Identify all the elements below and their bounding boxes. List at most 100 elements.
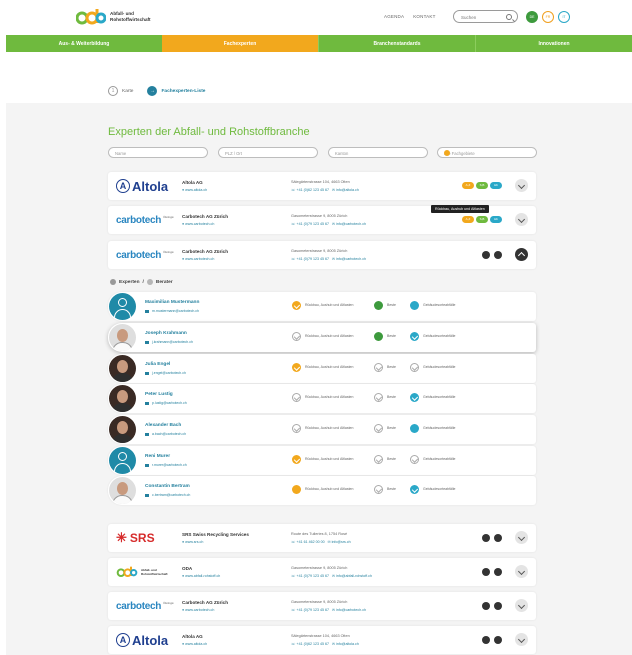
expert-name[interactable]: Constantin Bertram	[145, 484, 190, 489]
check-icon	[374, 363, 383, 372]
expand-chevron-icon[interactable]	[515, 213, 528, 226]
altola-logo: A Altola	[116, 631, 174, 649]
company-row[interactable]: A Altola Altola AG ● www.altola.ch Sälegä…	[108, 626, 536, 654]
srs-logo: ✳ SRS	[116, 529, 174, 547]
expand-chevron-icon[interactable]	[515, 179, 528, 192]
plz-filter-input[interactable]: PLZ / Ort	[218, 147, 318, 158]
expert-row[interactable]: Maximilian Mustermann m.mustermann@carbo…	[108, 292, 536, 321]
company-mail[interactable]: info@srs.ch	[332, 540, 351, 544]
fachgebiete-select[interactable]: alle Fachgebiete	[437, 147, 537, 158]
expert-email[interactable]: j.engel@carbotech.ch	[145, 371, 186, 375]
breadcrumb-karte[interactable]: Karte	[122, 89, 133, 94]
name-filter-input[interactable]: Name	[108, 147, 208, 158]
category-label: Beste	[387, 365, 396, 369]
expert-email[interactable]: a.bach@carbotech.ch	[145, 432, 186, 436]
collapse-chevron-icon[interactable]	[515, 248, 528, 261]
nav-link-kontakt[interactable]: KONTAKT	[413, 14, 435, 19]
company-row[interactable]: A Altola Altola AG ● www.altola.ch Sälegä…	[108, 172, 536, 200]
badge-beste[interactable]: S,B	[476, 216, 488, 223]
company-row[interactable]: Abfall- und Rohstoffwirtschaft ODA ● www…	[108, 558, 536, 586]
mainnav-fachexperten[interactable]: Fachexperten	[162, 35, 318, 52]
badge-gebaeude[interactable]: Hb	[490, 182, 502, 189]
altola-logo-word: Altola	[132, 178, 169, 194]
category-dot-icon	[494, 251, 502, 259]
category-label: Gebäudesorteabfälle	[423, 457, 456, 461]
company-mail[interactable]: info@carbotech.ch	[336, 608, 366, 612]
expert-row[interactable]: Julia Engel j.engel@carbotech.ch Rückbau…	[108, 354, 536, 383]
badge-beste[interactable]: S,B	[476, 182, 488, 189]
company-contact: ☏ +41 (0)79 123 45 67 ✉ info@carbotech.c…	[291, 257, 367, 261]
oda-logo[interactable]: Abfall- und Rohstoffwirtschaft	[76, 8, 151, 26]
mainnav-aus-weiterbildung[interactable]: Aus- & Weiterbildung	[6, 35, 162, 52]
expert-photo	[109, 355, 136, 382]
expert-email[interactable]: c.bertram@carbotech.ch	[145, 493, 190, 497]
company-mail[interactable]: info@altola.ch	[336, 188, 359, 192]
search-placeholder: Suchen	[461, 14, 477, 20]
badge-gebaeude[interactable]: Hb	[490, 216, 502, 223]
company-url[interactable]: ● www.abfall-rohstoff.ch	[182, 574, 220, 578]
company-contact: ☏ +41 (0)79 123 45 67 ✉ info@carbotech.c…	[291, 222, 367, 226]
kanton-filter-input[interactable]: Kanton	[328, 147, 428, 158]
company-mail[interactable]: info@carbotech.ch	[336, 222, 366, 226]
search-icon[interactable]	[506, 14, 512, 20]
mainnav-branchenstandards[interactable]: Branchenstandards	[318, 35, 475, 52]
expert-email[interactable]: r.murer@carbotech.ch	[145, 463, 187, 467]
expert-row[interactable]: Joseph Krahmann j.krahmann@carbotech.ch …	[108, 323, 536, 352]
expand-chevron-icon[interactable]	[515, 599, 528, 612]
expert-row[interactable]: Constantin Bertram c.bertram@carbotech.c…	[108, 476, 536, 505]
badge-aushub[interactable]: A,Z	[462, 182, 474, 189]
company-row[interactable]: carbotech Ökologie Carbotech AG Zürich ● …	[108, 592, 536, 620]
company-mail[interactable]: info@altola.ch	[336, 642, 359, 646]
check-icon	[374, 485, 383, 494]
expand-chevron-icon[interactable]	[515, 633, 528, 646]
company-url[interactable]: ● www.altola.ch	[182, 188, 207, 192]
search-input[interactable]: Suchen	[453, 10, 518, 23]
expert-name[interactable]: Julia Engel	[145, 362, 170, 367]
expert-name[interactable]: Maximilian Mustermann	[145, 300, 199, 305]
category-label: Rückbau, Aushub und Altlasten	[305, 303, 354, 307]
expert-email[interactable]: p.lustig@carbotech.ch	[145, 401, 187, 405]
expand-chevron-icon[interactable]	[515, 565, 528, 578]
badge-aushub[interactable]: A,Z	[462, 216, 474, 223]
expert-name[interactable]: Peter Lustig	[145, 392, 173, 397]
expert-name[interactable]: Alexander Bach	[145, 423, 181, 428]
expert-row[interactable]: Reni Murer r.murer@carbotech.ch Rückbau,…	[108, 446, 536, 475]
check-icon	[410, 455, 419, 464]
company-row[interactable]: ✳ SRS SRS Swiss Recycling Services ● www.…	[108, 524, 536, 552]
company-url[interactable]: ● www.altola.ch	[182, 642, 207, 646]
expert-row[interactable]: Alexander Bach a.bach@carbotech.ch Rückb…	[108, 415, 536, 444]
expert-name[interactable]: Joseph Krahmann	[145, 331, 187, 336]
lang-de-button[interactable]: DE	[526, 11, 538, 23]
expert-name[interactable]: Reni Murer	[145, 454, 170, 459]
company-mail[interactable]: info@abfall-rohstoff.ch	[336, 574, 372, 578]
company-phone[interactable]: +41 (0)79 123 45 67	[297, 222, 329, 226]
company-address: Route des Tuileries 8, 1754 Rosé	[291, 532, 348, 536]
expert-email[interactable]: j.krahmann@carbotech.ch	[145, 340, 193, 344]
category-label: Beste	[387, 487, 396, 491]
company-mail[interactable]: info@carbotech.ch	[336, 257, 366, 261]
category-label: Beste	[387, 395, 396, 399]
company-phone[interactable]: +41 (0)62 123 45 67	[297, 642, 329, 646]
lang-fr-button[interactable]: FR	[542, 11, 554, 23]
nav-link-agenda[interactable]: AGENDA	[384, 14, 404, 19]
expand-chevron-icon[interactable]	[515, 531, 528, 544]
company-phone[interactable]: +41 (0)62 123 45 67	[297, 188, 329, 192]
company-phone[interactable]: +41 61 462 00 00	[297, 540, 325, 544]
company-url[interactable]: ● www.srs.ch	[182, 540, 203, 544]
check-icon	[292, 455, 301, 464]
expert-email[interactable]: m.mustermann@carbotech.ch	[145, 309, 199, 313]
mainnav-innovationen[interactable]: Innovationen	[475, 35, 632, 52]
company-phone[interactable]: +41 (0)79 123 45 67	[297, 608, 329, 612]
company-row-expanded[interactable]: carbotech Ökologie Carbotech AG Zürich ● …	[108, 241, 536, 269]
expert-photo	[109, 385, 136, 412]
company-url[interactable]: ● www.carbotech.ch	[182, 222, 214, 226]
company-url[interactable]: ● www.carbotech.ch	[182, 608, 214, 612]
company-phone[interactable]: +41 (0)79 123 45 67	[297, 257, 329, 261]
lang-it-button[interactable]: IT	[558, 11, 570, 23]
expert-row[interactable]: Peter Lustig p.lustig@carbotech.ch Rückb…	[108, 384, 536, 413]
check-icon	[410, 332, 419, 341]
company-url[interactable]: ● www.carbotech.ch	[182, 257, 214, 261]
company-address: Sälegärtenstrasse 104, 4663 Olten	[291, 180, 350, 184]
expert-photo	[109, 477, 136, 504]
company-phone[interactable]: +41 (0)79 123 45 67	[297, 574, 329, 578]
